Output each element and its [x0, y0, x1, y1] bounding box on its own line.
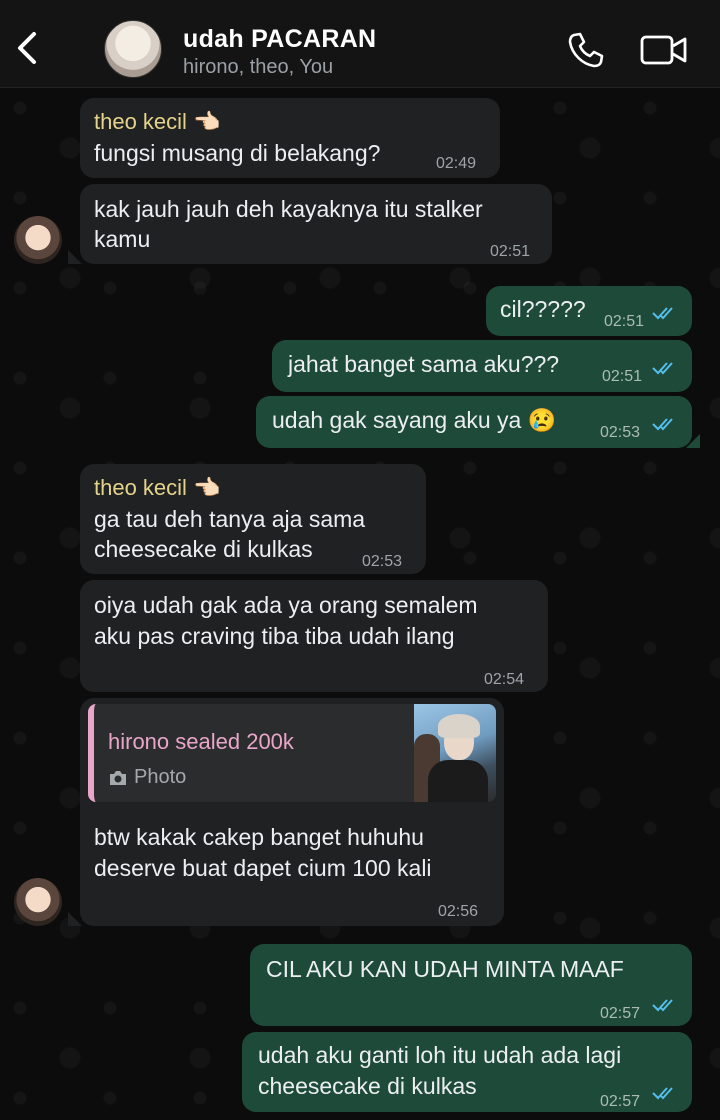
- message-text: jahat banget sama aku???: [288, 351, 560, 377]
- group-members[interactable]: hirono, theo, You: [183, 56, 333, 79]
- sender-name[interactable]: theo kecil 👈🏻: [94, 106, 220, 137]
- message-time: 02:56: [438, 903, 479, 920]
- message-bubble-outgoing[interactable]: CIL AKU KAN UDAH MINTA MAAF 02:57: [250, 944, 692, 1026]
- message-time: 02:53: [362, 553, 403, 570]
- quoted-photo-thumbnail[interactable]: [414, 704, 496, 802]
- group-avatar[interactable]: [104, 20, 162, 78]
- message-text-line: btw kakak cakep banget huhuhu: [94, 824, 424, 850]
- message-bubble-outgoing[interactable]: udah aku ganti loh itu udah ada lagi che…: [242, 1032, 692, 1112]
- sender-avatar[interactable]: [14, 878, 62, 926]
- message-bubble-outgoing[interactable]: jahat banget sama aku??? 02:51: [272, 340, 692, 392]
- message-bubble-incoming[interactable]: theo kecil 👈🏻 ga tau deh tanya aja sama …: [80, 464, 426, 574]
- double-check-icon: [652, 418, 673, 431]
- message-time: 02:53: [600, 424, 641, 441]
- message-bubble-incoming[interactable]: theo kecil 👈🏻 fungsi musang di belakang?…: [80, 98, 500, 178]
- double-check-icon: [652, 1087, 673, 1100]
- message-bubble-incoming[interactable]: hirono sealed 200k Photo btw kakak cakep…: [80, 698, 504, 926]
- chevron-left-icon: [18, 32, 36, 64]
- message-time: 02:51: [602, 368, 643, 385]
- message-time: 02:51: [490, 243, 531, 260]
- double-check-icon: [652, 999, 673, 1012]
- message-text-line: kamu: [94, 226, 151, 252]
- video-camera-icon: [640, 35, 687, 65]
- message-text: fungsi musang di belakang?: [94, 140, 381, 166]
- message-text: CIL AKU KAN UDAH MINTA MAAF: [266, 956, 624, 982]
- thumbnail-body: [428, 760, 488, 802]
- message-text-line: cheesecake di kulkas: [94, 536, 313, 562]
- message-bubble-outgoing[interactable]: udah gak sayang aku ya 😢 02:53: [256, 396, 692, 448]
- message-bubble-incoming[interactable]: kak jauh jauh deh kayaknya itu stalker k…: [80, 184, 552, 264]
- message-time: 02:54: [484, 671, 525, 688]
- message-text-line: deserve buat dapet cium 100 kali: [94, 855, 432, 881]
- bubble-tail: [686, 434, 700, 448]
- message-text-line: udah aku ganti loh itu udah ada lagi: [258, 1042, 622, 1068]
- quoted-reply-type-label: Photo: [134, 766, 187, 788]
- double-check-icon: [652, 362, 673, 375]
- quoted-reply[interactable]: hirono sealed 200k Photo: [88, 704, 496, 802]
- double-check-icon: [652, 307, 673, 320]
- message-text-line: aku pas craving tiba tiba udah ilang: [94, 623, 455, 649]
- message-time: 02:57: [600, 1093, 641, 1110]
- quoted-reply-type: Photo: [108, 762, 186, 793]
- video-call-button[interactable]: [640, 34, 688, 66]
- message-time: 02:51: [604, 313, 645, 330]
- message-bubble-outgoing[interactable]: cil????? 02:51: [486, 286, 692, 336]
- message-text-line: kak jauh jauh deh kayaknya itu stalker: [94, 196, 483, 222]
- message-text-line: oiya udah gak ada ya orang semalem: [94, 592, 478, 618]
- back-button[interactable]: [12, 28, 44, 68]
- quoted-reply-title: hirono sealed 200k: [108, 729, 294, 754]
- message-text: cil?????: [500, 296, 586, 322]
- camera-icon: [110, 770, 126, 785]
- thumbnail-hair: [438, 714, 480, 738]
- sender-avatar[interactable]: [14, 216, 62, 264]
- chat-header: udah PACARAN hirono, theo, You: [0, 0, 720, 88]
- voice-call-button[interactable]: [566, 30, 606, 70]
- message-time: 02:57: [600, 1005, 641, 1022]
- message-text-line: ga tau deh tanya aja sama: [94, 506, 366, 532]
- message-text: udah gak sayang aku ya 😢: [272, 407, 557, 433]
- message-text-line: cheesecake di kulkas: [258, 1073, 477, 1099]
- sender-name[interactable]: theo kecil 👈🏻: [94, 472, 220, 503]
- message-time: 02:49: [436, 155, 477, 172]
- phone-icon: [568, 32, 604, 68]
- message-bubble-incoming[interactable]: oiya udah gak ada ya orang semalem aku p…: [80, 580, 548, 692]
- group-title[interactable]: udah PACARAN: [183, 25, 376, 54]
